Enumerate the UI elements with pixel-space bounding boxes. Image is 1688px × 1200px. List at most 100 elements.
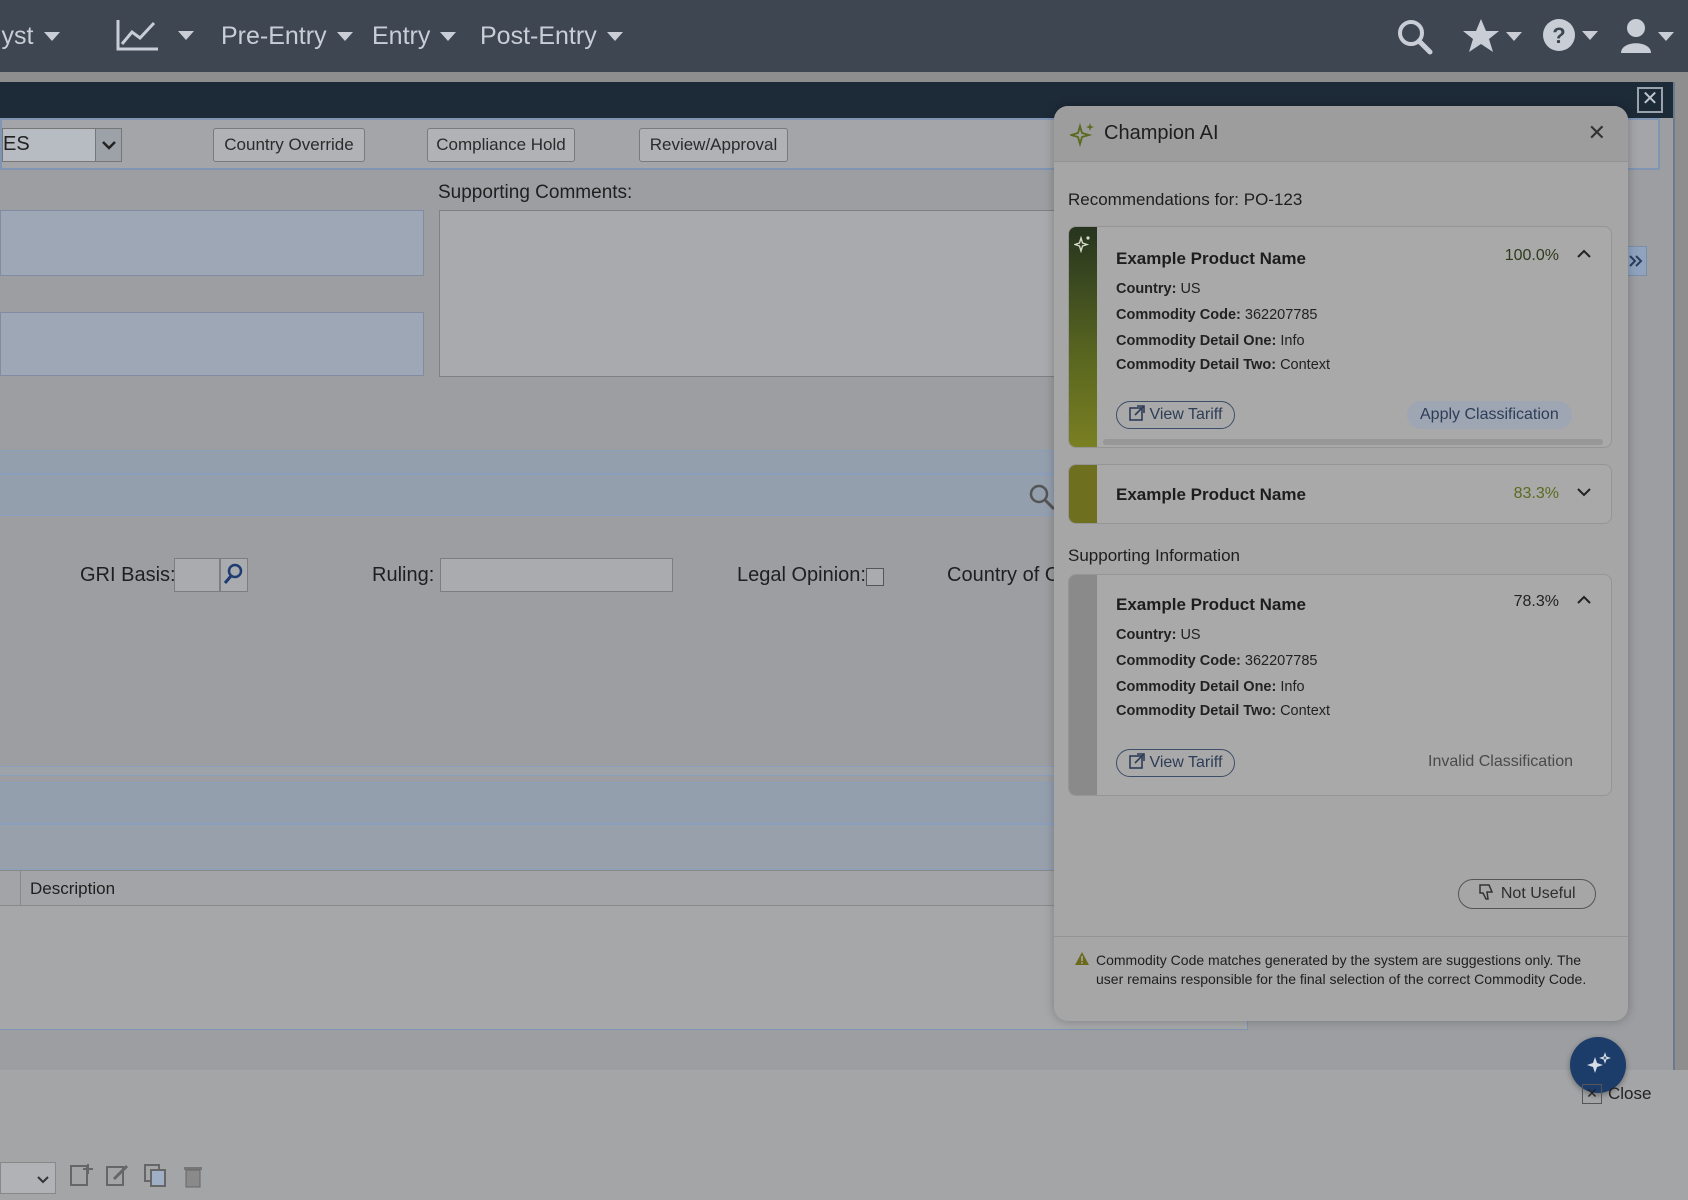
- recommendations-heading: Recommendations for: PO-123: [1068, 190, 1303, 209]
- product-name: Example Product Name: [1116, 595, 1306, 614]
- edit-icon[interactable]: [104, 1162, 130, 1188]
- detail-two-label: Commodity Detail Two:: [1116, 703, 1277, 719]
- help-icon: ?: [1543, 19, 1575, 51]
- chevron-down-icon: [1582, 30, 1598, 40]
- expand-panel-button[interactable]: [1625, 246, 1647, 276]
- close-icon[interactable]: ✕: [1588, 120, 1606, 146]
- confidence-score: 78.3%: [1513, 593, 1559, 610]
- sparkle-icon: [1074, 235, 1090, 253]
- champion-ai-header: Champion AI ✕: [1054, 106, 1628, 162]
- disclaimer: Commodity Code matches generated by the …: [1054, 936, 1628, 1021]
- supporting-comments-label: Supporting Comments:: [438, 182, 633, 203]
- external-link-icon: [1129, 753, 1145, 769]
- section-band-3: [0, 782, 1060, 824]
- disclaimer-text: Commodity Code matches generated by the …: [1096, 952, 1587, 987]
- detail-one-line: Commodity Detail One: Info: [1116, 333, 1305, 349]
- supporting-information-heading: Supporting Information: [1068, 546, 1240, 565]
- magnifier-icon: [223, 563, 243, 584]
- add-record-icon[interactable]: [68, 1162, 94, 1188]
- star-icon: [1463, 19, 1499, 52]
- detail-one-value: Info: [1280, 333, 1305, 349]
- product-name: Example Product Name: [1116, 249, 1306, 268]
- chevron-up-icon[interactable]: [1575, 245, 1593, 268]
- chevron-down-icon: [178, 30, 194, 40]
- zoom-icon[interactable]: [1028, 483, 1056, 511]
- commodity-code-value: 362207785: [1244, 307, 1318, 323]
- chevron-down-icon[interactable]: [1575, 483, 1593, 506]
- trash-icon[interactable]: [180, 1162, 206, 1188]
- detail-one-value: Info: [1280, 679, 1305, 695]
- commodity-code-line: Commodity Code: 362207785: [1116, 307, 1317, 323]
- not-useful-button[interactable]: Not Useful: [1458, 879, 1596, 909]
- warning-icon: [1075, 952, 1089, 965]
- grid-header: Description: [0, 870, 1060, 907]
- detail-two-value: Context: [1280, 703, 1331, 719]
- detail-one-label: Commodity Detail One:: [1116, 333, 1277, 349]
- view-tariff-label: View Tariff: [1149, 406, 1223, 423]
- top-navigation-bar: lyst Pre-Entry Entry Post-Entry: [0, 0, 1688, 72]
- chevron-down-icon: [336, 32, 353, 41]
- window-close-icon[interactable]: ✕: [1637, 87, 1663, 113]
- external-link-icon: [1129, 405, 1145, 421]
- nav-menu-pre-entry-label: Pre-Entry: [221, 22, 327, 50]
- nav-menu-analyst-label: lyst: [0, 22, 34, 50]
- sparkle-icon: [1070, 122, 1094, 148]
- chevron-down-icon: [440, 32, 457, 41]
- view-tariff-button[interactable]: View Tariff: [1116, 749, 1236, 777]
- window-close-label: Close: [1608, 1084, 1652, 1103]
- chevron-down-icon[interactable]: [95, 129, 121, 161]
- recommendation-card[interactable]: Example Product Name 83.3%: [1068, 464, 1612, 524]
- country-value: US: [1180, 281, 1201, 297]
- nav-menu-entry[interactable]: Entry: [372, 22, 457, 51]
- country-of-origin-label: Country of O: [947, 564, 1061, 586]
- sparkle-icon: [1587, 1052, 1611, 1073]
- nav-menu-pre-entry[interactable]: Pre-Entry: [221, 22, 353, 51]
- ruling-input[interactable]: [440, 558, 673, 592]
- confidence-score: 83.3%: [1513, 485, 1559, 502]
- column-header-description[interactable]: Description: [30, 879, 115, 899]
- apply-classification-button[interactable]: Apply Classification: [1407, 401, 1572, 429]
- invalid-classification-status: Invalid Classification: [1428, 753, 1573, 770]
- search-button[interactable]: [1396, 18, 1434, 56]
- confidence-bar: [1069, 575, 1097, 795]
- chevron-down-icon: [43, 32, 60, 41]
- detail-one-line: Commodity Detail One: Info: [1116, 679, 1305, 695]
- nav-analytics[interactable]: [116, 18, 194, 52]
- search-icon: [1398, 20, 1433, 55]
- gri-basis-input[interactable]: [174, 558, 220, 592]
- chevron-down-icon: [1506, 31, 1522, 41]
- recommendation-card: Example Product Name 100.0% Country: US …: [1068, 226, 1612, 448]
- detail-two-line: Commodity Detail Two: Context: [1116, 357, 1330, 373]
- close-icon: ✕: [1582, 1084, 1602, 1104]
- nav-menu-post-entry[interactable]: Post-Entry: [480, 22, 623, 51]
- country-label: Country:: [1116, 627, 1177, 643]
- chevron-down-icon: [1658, 31, 1674, 41]
- footer-select[interactable]: [0, 1162, 56, 1194]
- nav-menu-analyst[interactable]: lyst: [0, 22, 60, 51]
- card-scrollbar[interactable]: [1103, 439, 1603, 445]
- view-tariff-button[interactable]: View Tariff: [1116, 401, 1236, 429]
- commodity-code-line: Commodity Code: 362207785: [1116, 653, 1317, 669]
- help-menu[interactable]: ?: [1542, 18, 1598, 52]
- legal-opinion-label: Legal Opinion:: [737, 564, 866, 586]
- legal-opinion-checkbox[interactable]: [866, 568, 884, 586]
- view-tariff-label: View Tariff: [1149, 754, 1223, 771]
- chevron-up-icon[interactable]: [1575, 591, 1593, 614]
- analytics-icon: [116, 20, 158, 51]
- window-close-button[interactable]: ✕ Close: [1582, 1084, 1651, 1104]
- user-menu[interactable]: [1620, 18, 1674, 54]
- supporting-card: Example Product Name 78.3% Country: US C…: [1068, 574, 1612, 796]
- country-select[interactable]: ES: [2, 128, 122, 162]
- column-divider: [20, 871, 21, 907]
- supporting-comments-textarea[interactable]: [439, 210, 1060, 377]
- favorites-menu[interactable]: [1462, 18, 1522, 54]
- compliance-hold-button[interactable]: Compliance Hold: [427, 128, 575, 162]
- gri-lookup-button[interactable]: [220, 558, 248, 592]
- chevron-down-icon: [606, 32, 623, 41]
- review-approval-button[interactable]: Review/Approval: [639, 128, 788, 162]
- copy-icon[interactable]: [142, 1162, 168, 1188]
- nav-menu-post-entry-label: Post-Entry: [480, 22, 597, 50]
- footer-toolbar: [0, 1070, 1688, 1200]
- product-name: Example Product Name: [1116, 485, 1306, 504]
- country-override-button[interactable]: Country Override: [213, 128, 365, 162]
